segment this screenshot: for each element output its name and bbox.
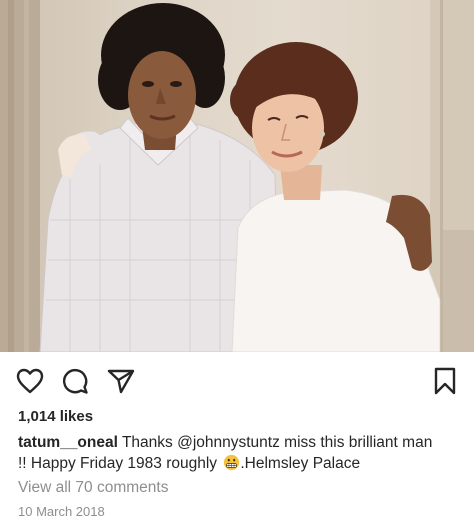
bookmark-outline-icon <box>434 367 456 395</box>
instagram-post: 1,014 likes tatum__oneal Thanks @johnnys… <box>0 0 474 530</box>
grimacing-face-icon <box>224 454 240 471</box>
photo-illustration <box>0 0 474 352</box>
share-button[interactable] <box>106 366 136 396</box>
post-action-bar <box>0 360 474 400</box>
speech-bubble-icon <box>62 368 88 394</box>
like-button[interactable] <box>15 366 45 396</box>
post-photo[interactable] <box>0 0 474 352</box>
caption-text-line2: !! Happy Friday 1983 roughly <box>18 455 222 472</box>
save-button[interactable] <box>430 366 460 396</box>
like-count[interactable]: 1,014 likes <box>18 408 93 425</box>
heart-outline-icon <box>16 368 44 394</box>
caption-text-location: .Helmsley Palace <box>240 455 361 472</box>
view-all-comments-link[interactable]: View all 70 comments <box>18 479 168 497</box>
caption-username[interactable]: tatum__oneal <box>18 434 118 451</box>
caption-mention[interactable]: @johnnystuntz <box>177 434 280 451</box>
post-caption: tatum__oneal Thanks @johnnystuntz miss t… <box>18 432 464 474</box>
comment-button[interactable] <box>60 366 90 396</box>
caption-text-line1: miss this brilliant man <box>279 434 433 451</box>
post-date: 10 March 2018 <box>18 504 105 519</box>
caption-text-before-mention: Thanks <box>117 434 178 451</box>
paper-plane-icon <box>107 369 135 394</box>
